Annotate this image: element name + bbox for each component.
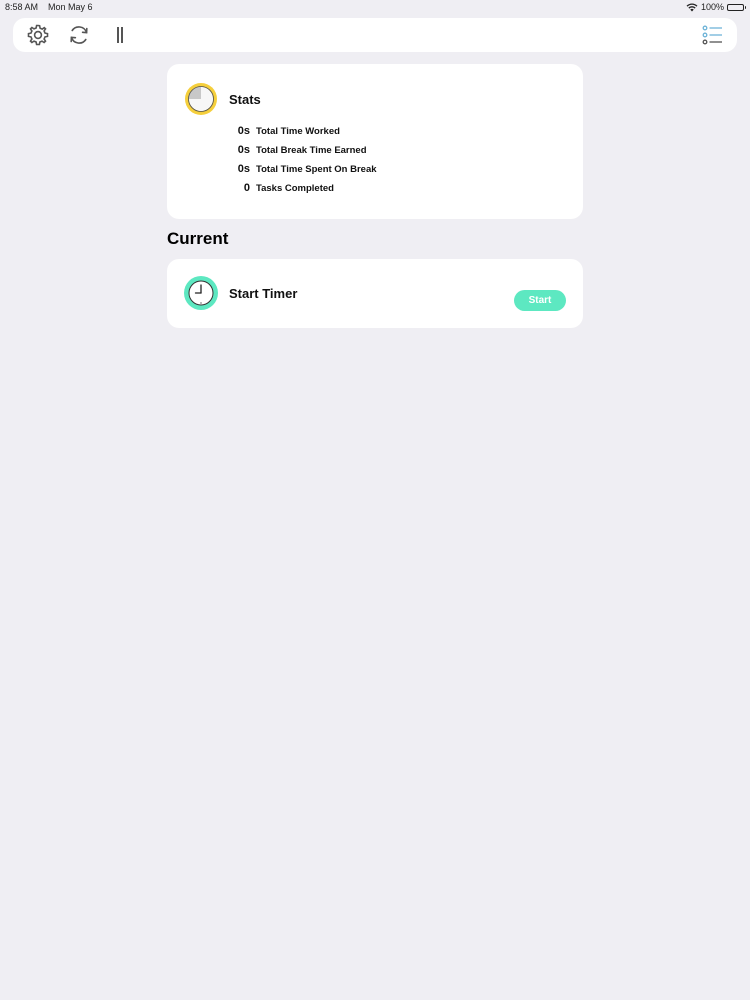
reset-button[interactable] [67, 23, 91, 47]
stat-row: 0s Total Time Worked [167, 125, 583, 140]
stat-label: Total Time Worked [256, 126, 340, 137]
stat-row: 0 Tasks Completed [167, 182, 583, 197]
stat-value: 0 [243, 182, 250, 194]
gear-icon [27, 24, 49, 46]
stat-row: 0s Total Break Time Earned [167, 144, 583, 159]
refresh-icon [70, 26, 88, 44]
status-bar: 8:58 AM Mon May 6 100% [0, 0, 750, 14]
list-icon [702, 25, 722, 45]
status-date: Mon May 6 [48, 2, 93, 12]
task-list-button[interactable] [701, 23, 725, 47]
battery-icon [727, 3, 746, 11]
stats-title: Stats [229, 92, 261, 107]
stats-card: Stats 0s Total Time Worked 0s Total Brea… [167, 64, 583, 219]
stat-label: Total Time Spent On Break [256, 164, 377, 175]
stat-value: 0s [237, 163, 250, 175]
pause-icon [117, 27, 123, 43]
battery-percent: 100% [700, 2, 724, 12]
wifi-icon [686, 2, 698, 11]
status-right: 100% [686, 2, 746, 12]
timer-title: Start Timer [229, 286, 298, 301]
settings-button[interactable] [26, 23, 50, 47]
toolbar [13, 18, 737, 52]
status-time: 8:58 AM [5, 2, 39, 12]
stat-value: 0s [237, 125, 250, 137]
stats-pie-icon [185, 83, 217, 115]
stat-row: 0s Total Time Spent On Break [167, 163, 583, 178]
clock-icon [184, 276, 218, 310]
stat-value: 0s [237, 144, 250, 156]
current-heading: Current [167, 229, 229, 248]
pause-button[interactable] [108, 23, 132, 47]
stat-label: Total Break Time Earned [256, 145, 367, 156]
current-timer-card: Start Timer Start [167, 259, 583, 328]
stat-label: Tasks Completed [256, 183, 334, 194]
start-button[interactable]: Start [514, 290, 566, 311]
